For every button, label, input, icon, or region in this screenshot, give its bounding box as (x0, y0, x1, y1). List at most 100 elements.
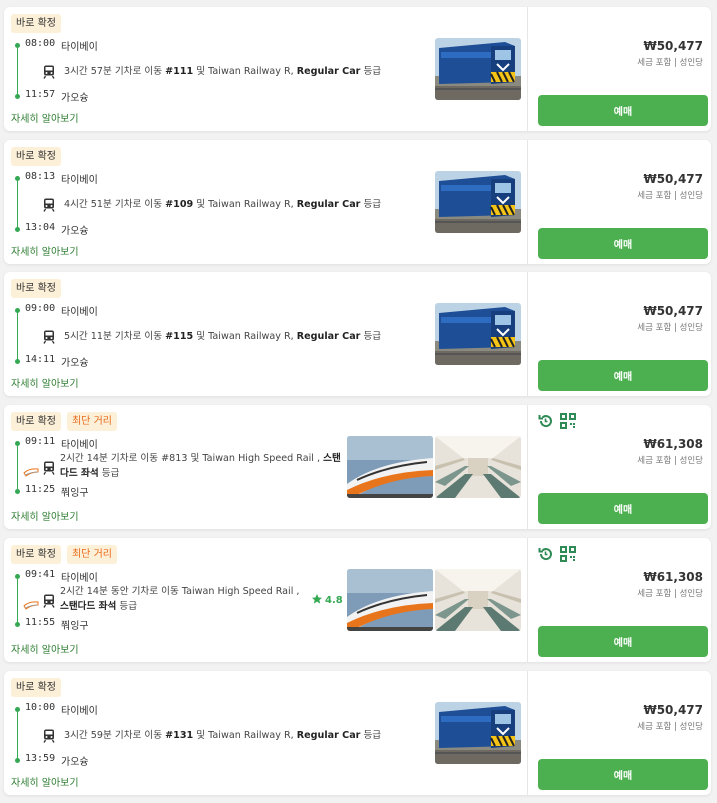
operator-text: 및 Taiwan Railway R, (196, 66, 294, 77)
details-link[interactable]: 자세히 알아보기 (11, 110, 79, 125)
cabin-photo[interactable] (435, 436, 521, 498)
result-card: 바로 확정 최단 거리 09:41 타이베이 11:55 쭤잉구 2시간 14분 동안 기차… (4, 538, 711, 662)
duration-text: 3시간 59분 기차로 이동 (64, 730, 163, 741)
arrive-dot (15, 489, 20, 494)
arrive-dot (15, 622, 20, 627)
class-suffix: 등급 (363, 66, 382, 77)
refund-icon (538, 546, 554, 566)
price-note: 세금 포함 | 성인당 (637, 323, 703, 333)
class-suffix: 등급 (363, 199, 382, 210)
qr-code-icon (560, 546, 576, 566)
train-icon (43, 728, 55, 743)
operator-text: 및 Taiwan Railway R, (196, 199, 294, 210)
price-panel: ₩50,477 세금 포함 | 성인당 예매 (528, 140, 711, 264)
class-suffix: 등급 (119, 601, 138, 612)
train-photo[interactable] (347, 436, 433, 498)
depart-time: 08:00 (25, 38, 56, 49)
depart-dot (15, 176, 20, 181)
price-panel: ₩50,477 세금 포함 | 성인당 예매 (528, 7, 711, 131)
train-photo[interactable] (435, 38, 521, 100)
details-link[interactable]: 자세히 알아보기 (11, 375, 79, 390)
arrive-station: 쭤잉구 (61, 488, 89, 499)
route-line (17, 712, 18, 758)
details-link[interactable]: 자세히 알아보기 (11, 243, 79, 258)
car-class: Regular Car (296, 331, 361, 342)
cabin-photo[interactable] (435, 569, 521, 631)
train-photo[interactable] (347, 569, 433, 631)
details-link[interactable]: 자세히 알아보기 (11, 508, 79, 523)
seat-class: 스탠 (323, 453, 341, 464)
price-note: 세금 포함 | 성인당 (637, 589, 703, 599)
route-line (17, 446, 18, 489)
book-button[interactable]: 예매 (538, 228, 708, 259)
book-button[interactable]: 예매 (538, 95, 708, 126)
car-class: Regular Car (296, 730, 361, 741)
train-number: #115 (165, 331, 194, 342)
result-card: 바로 확정 08:13 타이베이 13:04 가오슝 4시간 51분 기차로 이동 #10… (4, 140, 711, 264)
train-number: #131 (165, 730, 194, 741)
trip-info: 바로 확정 10:00 타이베이 13:59 가오슝 3시간 59분 기차로 이동 #13… (4, 671, 527, 795)
arrive-dot (15, 227, 20, 232)
depart-dot (15, 441, 20, 446)
book-button[interactable]: 예매 (538, 626, 708, 657)
star-icon (311, 593, 323, 608)
result-card: 바로 확정 10:00 타이베이 13:59 가오슝 3시간 59분 기차로 이동 #13… (4, 671, 711, 795)
trip-description: 2시간 14분 동안 기차로 이동 Taiwan High Speed Rail… (60, 584, 350, 614)
high-speed-rail-icon (23, 595, 39, 610)
badge-row: 바로 확정 (11, 147, 61, 166)
arrive-time: 11:55 (25, 617, 56, 628)
arrive-station: 가오슝 (61, 757, 89, 768)
duration-text: 5시간 11분 기차로 이동 (64, 331, 163, 342)
feature-icons (538, 413, 576, 433)
high-speed-rail-icon (23, 462, 39, 477)
depart-dot (15, 308, 20, 313)
train-photo[interactable] (435, 702, 521, 764)
operator-text: 및 Taiwan Railway R, (196, 331, 294, 342)
book-button[interactable]: 예매 (538, 360, 708, 391)
qr-code-icon (560, 413, 576, 433)
badge-row: 바로 확정 (11, 14, 61, 33)
arrive-station: 쭤잉구 (61, 621, 89, 632)
book-button[interactable]: 예매 (538, 759, 708, 790)
arrive-time: 14:11 (25, 354, 56, 365)
seat-class-cont: 스탠다드 좌석 (60, 601, 117, 612)
details-link[interactable]: 자세히 알아보기 (11, 774, 79, 789)
trip-description: 4시간 51분 기차로 이동 #109 및 Taiwan Railway R, … (64, 197, 404, 212)
price-panel: ₩61,308 세금 포함 | 성인당 예매 (528, 405, 711, 529)
trip-description: 3시간 59분 기차로 이동 #131 및 Taiwan Railway R, … (64, 728, 404, 743)
trip-description: 2시간 14분 기차로 이동 #813 및 Taiwan High Speed … (60, 451, 350, 481)
result-card: 바로 확정 08:00 타이베이 11:57 가오슝 3시간 57분 기차로 이동 #11… (4, 7, 711, 131)
arrive-station: 가오슝 (61, 226, 89, 237)
train-photo[interactable] (435, 171, 521, 233)
details-link[interactable]: 자세히 알아보기 (11, 641, 79, 656)
route-line (17, 313, 18, 359)
arrive-time: 13:59 (25, 753, 56, 764)
trip-info: 바로 확정 최단 거리 09:11 타이베이 11:25 쭤잉구 2시간 14분 기차로 이… (4, 405, 527, 529)
seat-class-cont: 다드 좌석 (60, 468, 99, 479)
train-number: #109 (165, 199, 194, 210)
train-icon (43, 64, 55, 79)
instant-confirm-badge: 바로 확정 (11, 279, 61, 298)
car-class: Regular Car (296, 66, 361, 77)
trip-info: 바로 확정 09:00 타이베이 14:11 가오슝 5시간 11분 기차로 이동 #11… (4, 272, 527, 396)
price-note: 세금 포함 | 성인당 (637, 722, 703, 732)
train-icon (43, 329, 55, 344)
price: ₩61,308 (643, 570, 703, 584)
car-class: Regular Car (296, 199, 361, 210)
trip-line-1: 2시간 14분 기차로 이동 #813 및 Taiwan High Speed … (60, 453, 321, 464)
depart-time: 08:13 (25, 171, 56, 182)
book-button[interactable]: 예매 (538, 493, 708, 524)
depart-time: 09:41 (25, 569, 56, 580)
depart-station: 타이베이 (61, 307, 98, 318)
train-number: #111 (165, 66, 194, 77)
trip-description: 5시간 11분 기차로 이동 #115 및 Taiwan Railway R, … (64, 329, 404, 344)
train-photo[interactable] (435, 303, 521, 365)
price: ₩50,477 (643, 172, 703, 186)
results-list: 바로 확정 08:00 타이베이 11:57 가오슝 3시간 57분 기차로 이동 #11… (0, 0, 717, 803)
duration-text: 3시간 57분 기차로 이동 (64, 66, 163, 77)
badge-row: 바로 확정 (11, 279, 61, 298)
trip-line-1: 2시간 14분 동안 기차로 이동 Taiwan High Speed Rail… (60, 586, 300, 597)
depart-station: 타이베이 (61, 42, 98, 53)
train-icon (43, 593, 55, 608)
arrive-dot (15, 758, 20, 763)
